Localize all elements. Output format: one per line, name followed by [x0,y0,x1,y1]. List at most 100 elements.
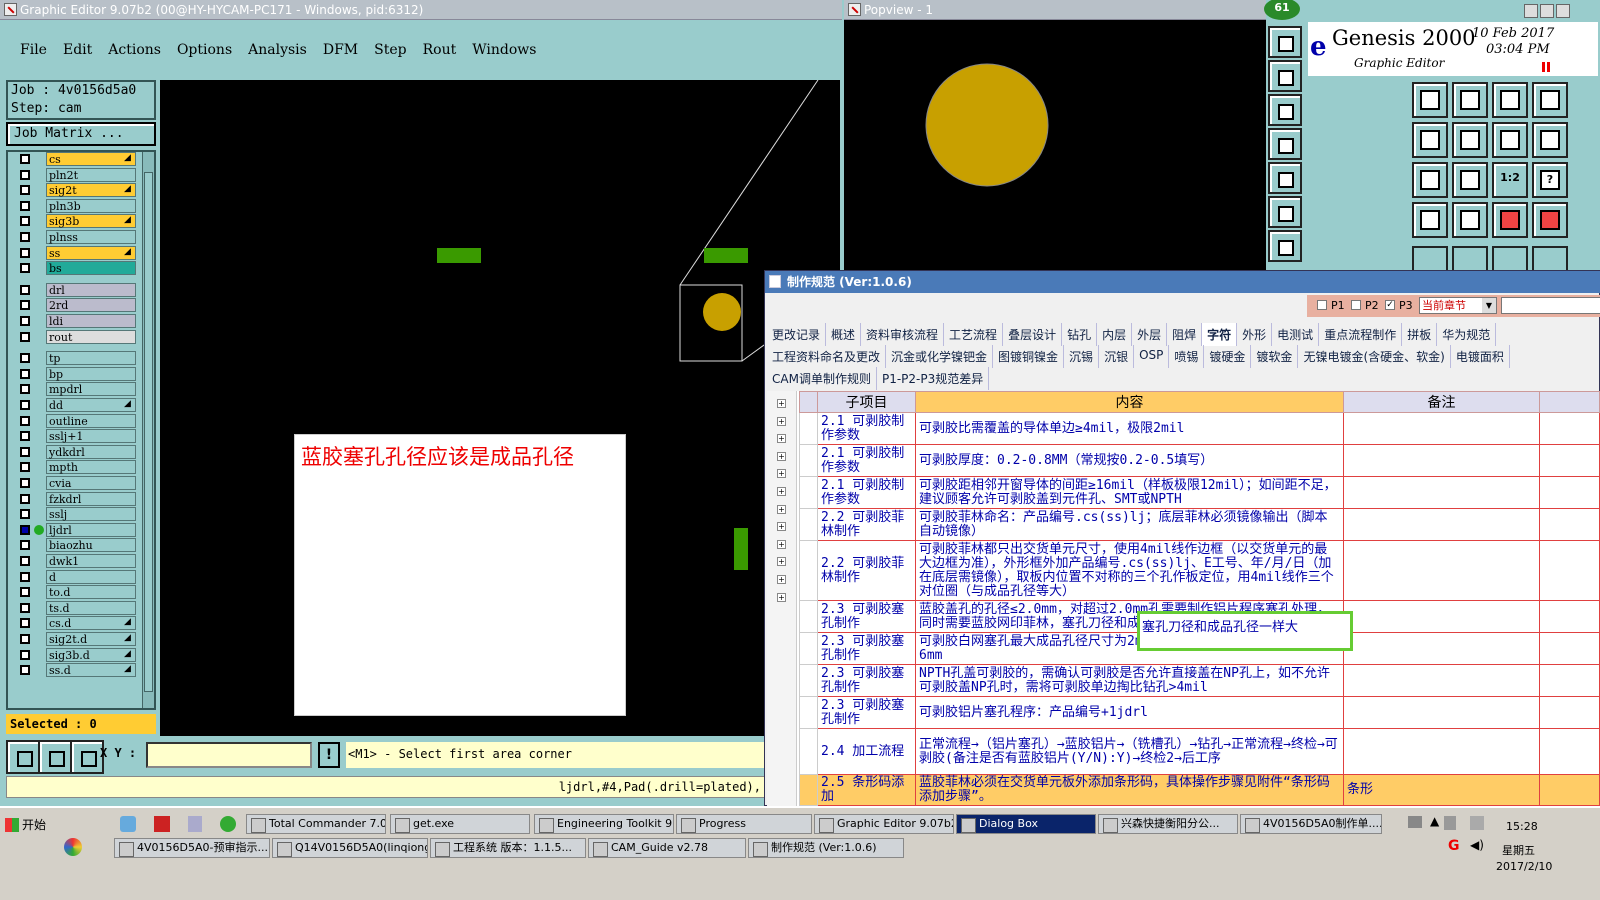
layer-checkbox[interactable] [20,384,30,395]
fit-icon[interactable] [1412,162,1448,198]
header-note[interactable]: 备注 [1343,391,1540,413]
layer-row[interactable]: cs ◢ [14,152,138,166]
layer-name[interactable]: ljdrl [46,522,136,537]
split-icon[interactable] [1532,122,1568,158]
layer-name[interactable]: dd [46,398,136,412]
drill-map-icon[interactable] [1532,202,1568,238]
popview-title-bar[interactable]: Popview - 1 [844,0,1266,20]
layer-name[interactable]: bp [46,366,136,381]
target-icon[interactable] [1452,202,1488,238]
layer-row[interactable]: ldi [14,314,138,328]
grid-toggle-icon[interactable] [70,740,104,774]
layer-checkbox[interactable] [20,540,30,551]
cell-note[interactable] [1343,476,1540,509]
table-row[interactable]: 2.4 加工流程 正常流程→（铝片塞孔）→蓝胶铝片→（铣槽孔）→钻孔→正常流程→终… [799,728,1600,775]
scope-select[interactable]: 当前章节 ▼ [1419,297,1497,314]
tray-usb-icon[interactable] [1444,816,1456,830]
zoom-area-icon[interactable] [6,740,40,774]
layer-checkbox[interactable] [20,316,30,326]
zoom-out-icon[interactable] [38,740,72,774]
taskbar-button[interactable]: Engineering Toolkit 9.... [534,814,674,834]
tab-tabs1-6[interactable]: 内层 [1097,323,1133,346]
menu-file[interactable]: File [20,42,47,58]
layer-checkbox[interactable] [20,524,30,535]
expand-icon[interactable]: + [777,504,786,514]
layer-row[interactable]: ts.d [14,600,138,615]
header-sub[interactable]: 子项目 [817,391,916,413]
layer-name[interactable]: ydkdrl [46,444,136,459]
taskbar-button[interactable]: Progress [676,814,812,834]
row-indicator[interactable] [799,774,818,806]
tray-sogou-icon[interactable]: G [1448,838,1460,854]
row-indicator[interactable] [799,664,818,697]
table-row[interactable]: 2.5 条形码添加 蓝胶菲林必须在交货单元板外添加条形码，具体操作步骤见附件“条形… [799,774,1600,806]
layer-name[interactable]: sig3b.d [46,647,136,662]
layer-name[interactable]: dwk1 [46,554,136,568]
layer-row[interactable]: mpdrl [14,382,138,397]
layer-name[interactable]: plnss [46,230,136,244]
right-panel-icon[interactable] [1268,162,1302,194]
tab-tabs1-8[interactable]: 阻焊 [1167,323,1203,346]
row-indicator[interactable] [799,476,818,509]
tab-tabs1-0[interactable]: 更改记录 [767,323,827,346]
layer-checkbox[interactable] [20,353,30,364]
layer-checkbox[interactable] [20,431,30,442]
cell-content[interactable]: 可剥胶铝片塞孔程序：产品编号+1jdrl [915,696,1344,729]
layer-name[interactable]: sslj+1 [46,429,136,444]
row-indicator[interactable] [799,696,818,729]
layer-checkbox[interactable] [20,169,30,180]
layer-checkbox[interactable] [20,571,30,582]
tab-tabs2-8[interactable]: 镀软金 [1251,345,1299,368]
layer-checkbox[interactable] [20,154,30,164]
row-indicator[interactable] [799,632,818,665]
p2-checkbox[interactable] [1351,300,1361,310]
row-indicator[interactable] [799,508,818,541]
layer-row[interactable]: outline [14,413,138,428]
layer-row[interactable]: sig3b ◢ [14,214,138,229]
layer-row[interactable]: bs [14,261,138,276]
cell-note[interactable] [1343,696,1540,729]
cell-sub[interactable]: 2.2 可剥胶菲林制作 [817,540,916,601]
cell-note[interactable] [1343,540,1540,601]
menu-rout[interactable]: Rout [423,42,457,58]
popview-canvas[interactable] [844,20,1266,296]
minimize-icon[interactable] [1524,4,1538,18]
layer-name[interactable]: mpdrl [46,382,136,397]
colors-icon[interactable] [64,838,82,856]
tab-tabs1-12[interactable]: 重点流程制作 [1319,323,1403,346]
layer-checkbox[interactable] [20,415,30,426]
cell-sub[interactable]: 2.3 可剥胶塞孔制作 [817,664,916,697]
header-content[interactable]: 内容 [915,391,1344,413]
layer-checkbox[interactable] [20,493,30,504]
layer-name[interactable]: ldi [46,314,136,328]
expand-icon[interactable]: + [777,522,786,532]
cell-note[interactable]: 条形 [1343,774,1540,806]
tray-volume-icon[interactable]: ◀) [1470,838,1484,852]
expand-icon[interactable]: + [777,416,786,426]
expand-icon[interactable]: + [777,487,786,496]
tab-tabs2-6[interactable]: 喷锡 [1169,345,1205,368]
row-indicator[interactable] [799,540,818,601]
move-icon[interactable] [1268,230,1302,262]
table-row[interactable]: 2.3 可剥胶塞孔制作 可剥胶铝片塞孔程序：产品编号+1jdrl [799,696,1600,729]
layer-row[interactable]: pln3b [14,198,138,213]
layer-name[interactable]: outline [46,413,136,428]
layer-name[interactable]: tp [46,351,136,366]
tab-tabs2-1[interactable]: 沉金或化学镍钯金 [886,345,994,368]
layer-checkbox[interactable] [20,509,30,520]
menu-edit[interactable]: Edit [63,42,92,58]
p1-checkbox[interactable] [1317,300,1327,310]
layer-row[interactable]: bp [14,366,138,381]
layer-name[interactable]: sig2t.d [46,632,136,646]
layer-name[interactable]: fzkdrl [46,491,136,506]
table-row[interactable]: 2.1 可剥胶制作参数 可剥胶厚度：0.2-0.8MM（常规按0.2-0.5填写） [799,444,1600,477]
layer-name[interactable]: rout [46,329,136,344]
cell-sub[interactable]: 2.3 可剥胶塞孔制作 [817,600,916,633]
layer-row[interactable]: mpth [14,460,138,475]
upload-icon[interactable] [1268,60,1302,92]
layer-row[interactable]: cs.d ◢ [14,616,138,631]
layer-row[interactable]: 2rd [14,298,138,313]
tab-tabs1-7[interactable]: 外层 [1132,323,1168,346]
expand-icon[interactable]: + [777,557,786,567]
tab-tabs1-11[interactable]: 电测试 [1272,323,1320,346]
